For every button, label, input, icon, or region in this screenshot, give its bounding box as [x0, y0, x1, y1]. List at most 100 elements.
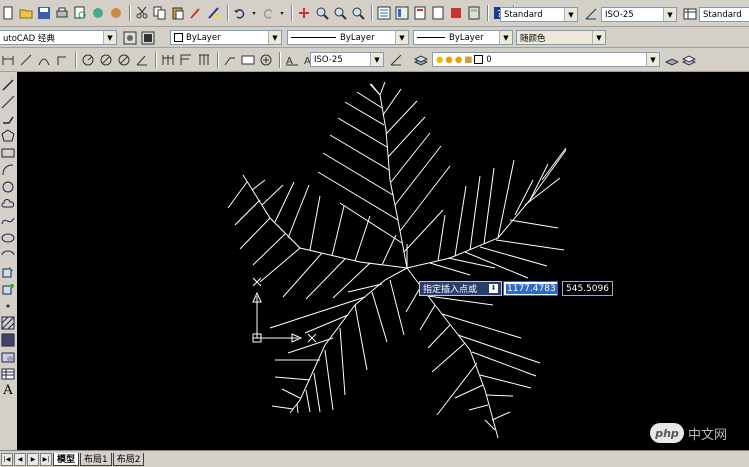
workspace-settings-icon[interactable] [122, 30, 138, 46]
redo-icon[interactable] [260, 5, 276, 21]
gradient-icon[interactable] [1, 333, 15, 347]
polygon-icon[interactable] [1, 129, 15, 143]
plot-icon[interactable] [54, 5, 70, 21]
tab-layout1[interactable]: 布局1 [80, 452, 112, 466]
linetype-select[interactable]: ByLayer ▼ [287, 30, 409, 45]
separator [227, 5, 229, 21]
last-tab-icon[interactable]: ▶| [40, 452, 52, 466]
baseline-dim-icon[interactable] [178, 52, 194, 68]
table-style-value: Standard [703, 9, 742, 20]
plot-preview-icon[interactable] [72, 5, 88, 21]
markup-icon[interactable] [448, 5, 464, 21]
separator [371, 5, 373, 21]
construction-line-icon[interactable] [1, 95, 15, 109]
color-select[interactable]: ByLayer ▼ [170, 30, 282, 45]
spline-icon[interactable] [1, 214, 15, 228]
layer-value: 0 [486, 54, 492, 65]
sheet-set-icon[interactable] [430, 5, 446, 21]
dimension-layers-toolbar: A A ISO-25 ▼ ● ● ● ■ 0 ▼ [0, 48, 749, 72]
text-style-select[interactable]: Standard ▼ [500, 7, 578, 22]
dim-style-manager-icon[interactable] [388, 52, 404, 68]
open-icon[interactable] [18, 5, 34, 21]
pan-icon[interactable] [296, 5, 312, 21]
publish-icon[interactable] [90, 5, 106, 21]
prev-tab-icon[interactable]: ◀ [14, 452, 26, 466]
tab-layout2[interactable]: 布局2 [112, 452, 145, 466]
dim-edit-icon[interactable]: A [284, 52, 300, 68]
undo-icon[interactable] [232, 5, 248, 21]
center-mark-icon[interactable] [258, 52, 274, 68]
revision-cloud-icon[interactable] [1, 197, 15, 211]
undo-dropdown-icon[interactable]: ▾ [250, 5, 258, 21]
continue-dim-icon[interactable] [196, 52, 212, 68]
calculator-icon[interactable] [466, 5, 482, 21]
y-coordinate-input[interactable]: 545.5096 [562, 281, 613, 296]
options-down-icon[interactable]: ⬇ [489, 284, 498, 293]
zoom-previous-icon[interactable] [350, 5, 366, 21]
lightbulb-icon: ● [436, 54, 444, 65]
publish-web-icon[interactable] [108, 5, 124, 21]
new-icon[interactable] [0, 5, 16, 21]
radius-dim-icon[interactable] [80, 52, 96, 68]
multiline-text-icon[interactable]: A [1, 383, 15, 398]
block-editor-icon[interactable] [206, 5, 222, 21]
paste-icon[interactable] [170, 5, 186, 21]
insert-block-icon[interactable] [1, 265, 15, 279]
hatch-icon[interactable] [1, 316, 15, 330]
arc-length-icon[interactable] [36, 52, 52, 68]
circle-icon[interactable] [1, 180, 15, 194]
match-properties-icon[interactable] [188, 5, 204, 21]
diameter-dim-icon[interactable] [116, 52, 132, 68]
dim-style-select-2[interactable]: ISO-25 ▼ [310, 52, 384, 67]
region-icon[interactable] [1, 350, 15, 364]
separator [129, 5, 131, 21]
next-tab-icon[interactable]: ▶ [27, 452, 39, 466]
table-style-icon[interactable] [682, 6, 698, 22]
plot-style-select[interactable]: 随颜色 ▼ [516, 30, 606, 45]
layer-manager-icon[interactable] [413, 52, 429, 68]
ordinate-dim-icon[interactable] [54, 52, 70, 68]
lineweight-select[interactable]: ByLayer ▼ [413, 30, 513, 45]
make-current-icon[interactable] [664, 52, 680, 68]
cut-icon[interactable] [134, 5, 150, 21]
properties-icon[interactable] [376, 5, 392, 21]
angular-dim-icon[interactable] [134, 52, 150, 68]
copy-icon[interactable] [152, 5, 168, 21]
lock-icon: ■ [464, 54, 473, 65]
site-watermark: php 中文网 [650, 421, 727, 445]
aligned-dim-icon[interactable] [18, 52, 34, 68]
point-icon[interactable] [1, 299, 15, 313]
design-center-icon[interactable] [394, 5, 410, 21]
workspace-select[interactable]: utoCAD 经典 ▼ [0, 30, 117, 45]
dim-style-select[interactable]: ISO-25 ▼ [601, 7, 677, 22]
x-coordinate-input[interactable]: 1177.4783 [503, 281, 558, 296]
make-block-icon[interactable] [1, 282, 15, 296]
layer-previous-icon[interactable] [140, 30, 156, 46]
tolerance-icon[interactable] [240, 52, 256, 68]
zoom-realtime-icon[interactable] [314, 5, 330, 21]
ellipse-icon[interactable] [1, 231, 15, 245]
arc-icon[interactable] [1, 163, 15, 177]
zoom-window-icon[interactable] [332, 5, 348, 21]
tab-model[interactable]: 模型 [53, 452, 80, 466]
leader-icon[interactable] [222, 52, 238, 68]
dim-style-icon[interactable] [583, 6, 599, 22]
table-style-select[interactable]: Standard [699, 7, 749, 22]
first-tab-icon[interactable]: |◀ [1, 452, 13, 466]
jogged-dim-icon[interactable] [98, 52, 114, 68]
tool-palettes-icon[interactable] [412, 5, 428, 21]
linear-dim-icon[interactable] [0, 52, 16, 68]
rectangle-icon[interactable] [1, 146, 15, 160]
chevron-down-icon: ▼ [499, 31, 512, 44]
layer-select[interactable]: ● ● ● ■ 0 ▼ [432, 52, 660, 67]
redo-dropdown-icon[interactable]: ▾ [278, 5, 286, 21]
workspace-value: utoCAD 经典 [3, 33, 55, 44]
drawing-canvas[interactable] [17, 72, 749, 450]
polyline-icon[interactable] [1, 112, 15, 126]
table-icon[interactable] [1, 367, 15, 381]
layer-previous-icon-2[interactable] [681, 52, 697, 68]
ellipse-arc-icon[interactable] [1, 248, 15, 262]
line-icon[interactable] [1, 78, 15, 92]
quick-dim-icon[interactable] [160, 52, 176, 68]
save-icon[interactable] [36, 5, 52, 21]
